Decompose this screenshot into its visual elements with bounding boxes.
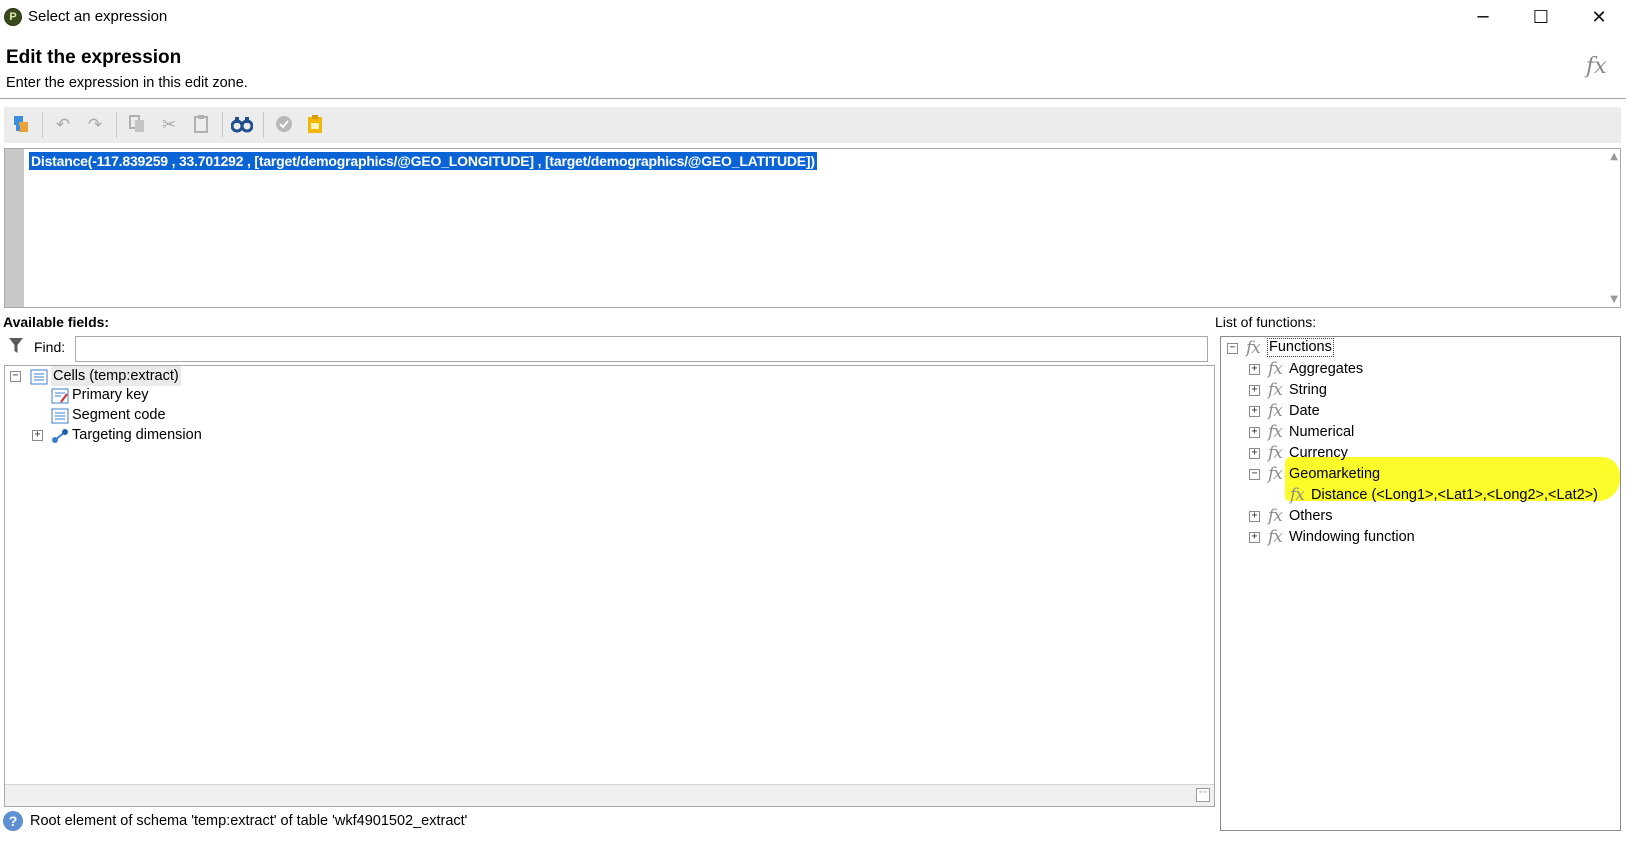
- function-category-numerical[interactable]: Numerical: [1289, 422, 1354, 442]
- collapse-toggle[interactable]: −: [1249, 469, 1260, 480]
- clipboard-icon[interactable]: [304, 114, 326, 136]
- close-button[interactable]: ✕: [1570, 0, 1626, 36]
- toolbar-separator: [42, 112, 43, 138]
- toolbar-separator: [263, 112, 264, 138]
- window-title: Select an expression: [28, 8, 168, 25]
- fx-icon: fx: [1268, 464, 1283, 484]
- fx-icon: fx: [1268, 443, 1283, 463]
- schema-table-icon: [30, 369, 48, 385]
- fx-icon: fx: [1268, 380, 1283, 400]
- toolbar-separator: [116, 112, 117, 138]
- tree-root-cells[interactable]: Cells (temp:extract): [51, 366, 181, 386]
- function-category-geomarketing[interactable]: Geomarketing: [1289, 464, 1380, 484]
- function-category-aggregates[interactable]: Aggregates: [1289, 359, 1363, 379]
- fx-icon: fx: [1268, 422, 1283, 442]
- fx-icon: fx: [1268, 359, 1283, 379]
- cut-icon[interactable]: ✂: [158, 114, 180, 136]
- expand-toggle[interactable]: +: [1249, 406, 1260, 417]
- find-input[interactable]: [75, 336, 1208, 362]
- functions-tree[interactable]: − fx Functions + fx Aggregates + fx Stri…: [1220, 336, 1621, 831]
- validate-icon[interactable]: [273, 114, 295, 136]
- function-distance[interactable]: Distance (<Long1>,<Lat1>,<Long2>,<Lat2>): [1311, 485, 1598, 505]
- expand-toggle[interactable]: +: [1249, 448, 1260, 459]
- expression-editor[interactable]: Distance(-117.839259 , 33.701292 , [targ…: [4, 148, 1621, 308]
- minimize-button[interactable]: ─: [1454, 0, 1512, 36]
- available-fields-label: Available fields:: [3, 314, 110, 330]
- fx-icon: fx: [1268, 401, 1283, 421]
- more-icon[interactable]: ···: [1196, 788, 1210, 802]
- field-list-icon: [51, 408, 69, 424]
- collapse-toggle[interactable]: −: [1227, 343, 1238, 354]
- scroll-up-icon[interactable]: ▲: [1610, 151, 1618, 162]
- function-category-string[interactable]: String: [1289, 380, 1327, 400]
- find-label: Find:: [34, 339, 66, 355]
- expand-toggle[interactable]: +: [32, 430, 43, 441]
- expand-toggle[interactable]: +: [1249, 385, 1260, 396]
- header-divider: [0, 98, 1626, 99]
- toolbar: ↶ ↷ ✂: [4, 107, 1621, 143]
- paste-icon[interactable]: [190, 114, 212, 136]
- tree-item-targeting-dimension[interactable]: Targeting dimension: [72, 425, 202, 445]
- function-category-others[interactable]: Others: [1289, 506, 1333, 526]
- page-subtitle: Enter the expression in this edit zone.: [6, 75, 248, 91]
- fx-icon: fx: [1246, 338, 1261, 358]
- fx-icon: fx: [1268, 527, 1283, 547]
- tree-item-segment-code[interactable]: Segment code: [72, 405, 166, 425]
- fx-icon: fx: [1268, 506, 1283, 526]
- search-binoculars-icon[interactable]: [230, 114, 254, 136]
- horizontal-scrollbar[interactable]: ···: [5, 784, 1214, 806]
- fx-icon: fx: [1586, 54, 1607, 79]
- help-icon: ?: [3, 811, 23, 831]
- expand-toggle[interactable]: +: [1249, 511, 1260, 522]
- tree-item-primary-key[interactable]: Primary key: [72, 385, 149, 405]
- expand-toggle[interactable]: +: [1249, 427, 1260, 438]
- maximize-button[interactable]: ☐: [1512, 0, 1570, 36]
- collapse-toggle[interactable]: −: [10, 371, 21, 382]
- link-icon: [52, 429, 68, 443]
- page-title: Edit the expression: [6, 47, 182, 68]
- status-text: Root element of schema 'temp:extract' of…: [30, 813, 468, 829]
- fx-icon: fx: [1290, 485, 1305, 505]
- expand-toggle[interactable]: +: [1249, 364, 1260, 375]
- schema-icon[interactable]: [10, 114, 32, 136]
- fields-tree[interactable]: − Cells (temp:extract) Primary key Segme…: [4, 365, 1215, 807]
- toolbar-separator: [222, 112, 223, 138]
- redo-icon[interactable]: ↷: [84, 114, 106, 136]
- undo-icon[interactable]: ↶: [52, 114, 74, 136]
- expression-text[interactable]: Distance(-117.839259 , 33.701292 , [targ…: [29, 152, 817, 170]
- expand-toggle[interactable]: +: [1249, 532, 1260, 543]
- scroll-down-icon[interactable]: ▼: [1610, 294, 1618, 305]
- function-category-currency[interactable]: Currency: [1289, 443, 1348, 463]
- title-bar: [0, 0, 1626, 36]
- functions-label: List of functions:: [1215, 314, 1317, 330]
- function-category-windowing[interactable]: Windowing function: [1289, 527, 1415, 547]
- editor-gutter: [5, 149, 24, 307]
- app-logo-icon: P: [4, 8, 22, 26]
- primary-key-icon: [51, 388, 69, 404]
- tree-root-functions[interactable]: Functions: [1267, 338, 1334, 357]
- function-category-date[interactable]: Date: [1289, 401, 1320, 421]
- copy-icon[interactable]: [126, 114, 148, 136]
- filter-icon: [9, 338, 23, 353]
